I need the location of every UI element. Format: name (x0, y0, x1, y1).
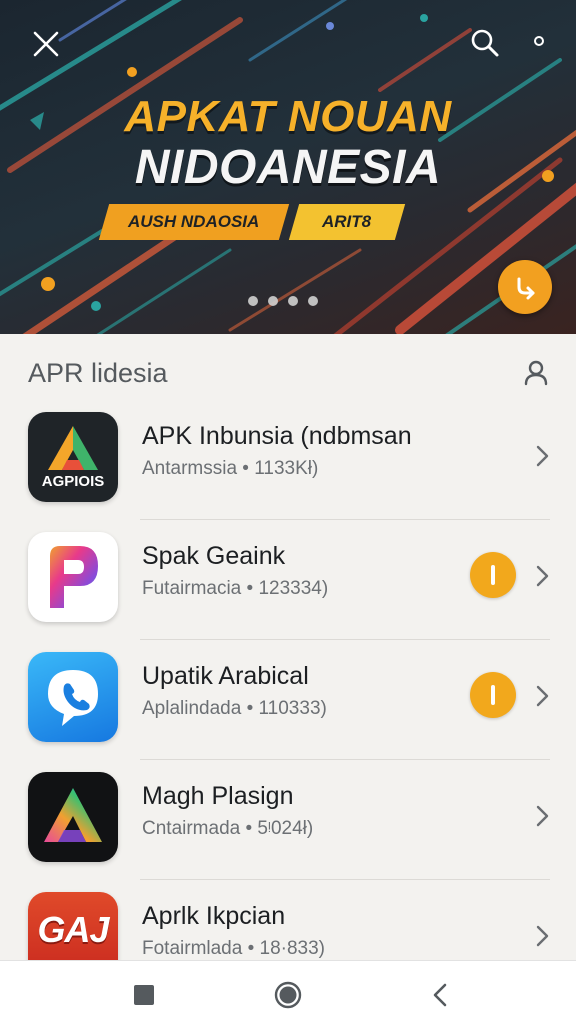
banner-action-button[interactable] (498, 260, 552, 314)
app-meta: Antarmssia • 1133Kł) (142, 458, 319, 479)
update-badge[interactable] (470, 672, 516, 718)
chevron-right-icon (536, 685, 549, 707)
carousel-dot[interactable] (248, 296, 258, 306)
banner-tag-primary-label: AUSH NDAOSIA (128, 212, 260, 231)
app-meta: Aplalindada • 110333) (142, 698, 327, 719)
list-item[interactable]: AGPIOIS APK Inbunsia (ndbmsan Antarmssia… (0, 400, 576, 520)
hero-banner[interactable]: APKAT NOUAN NIDOANESIA AUSH NDAOSIA ARIT… (0, 0, 576, 334)
banner-title-line1: APKAT NOUAN (124, 92, 452, 141)
carousel-dot[interactable] (268, 296, 278, 306)
banner-tag-secondary-label: ARIT8 (322, 212, 372, 231)
app-name: Aprlk Ikpcian (142, 902, 286, 930)
app-icon-magh-plasign (28, 772, 118, 862)
app-icon-label: GAJ (37, 909, 109, 950)
chevron-right-icon (536, 805, 549, 827)
banner-tag-primary[interactable]: AUSH NDAOSIA (98, 204, 290, 240)
list-item[interactable]: Magh Plasign Cntairmada • 5ᵎ024ł) (0, 760, 576, 880)
home-circle-icon (274, 981, 302, 1009)
app-icon-label: AGPIOIS (41, 473, 105, 490)
triangle-logo-icon (44, 788, 102, 842)
chevron-right-icon (536, 925, 549, 947)
chevron-right-icon (536, 565, 549, 587)
user-icon (524, 360, 548, 386)
back-chevron-icon (433, 983, 447, 1007)
alert-icon (491, 565, 495, 585)
recents-button[interactable] (124, 975, 164, 1015)
list-item[interactable]: Upatik Arabical Aplalindada • 110333) (0, 640, 576, 760)
list-item[interactable]: Spak Geaink Futairmacia • 123334) (0, 520, 576, 640)
home-button[interactable] (268, 975, 308, 1015)
more-icon (534, 36, 544, 46)
section-header: APR lidesia (0, 344, 576, 400)
carousel-dot[interactable] (308, 296, 318, 306)
close-button[interactable] (24, 22, 68, 66)
close-icon (33, 31, 59, 57)
more-button[interactable] (524, 26, 554, 56)
app-icon-apk-indonesia: AGPIOIS (28, 412, 118, 502)
carousel-dot[interactable] (288, 296, 298, 306)
app-meta: Fotairmlada • 18·833) (142, 938, 326, 959)
return-arrow-icon (517, 277, 535, 300)
search-button[interactable] (464, 22, 506, 64)
banner-tag-secondary[interactable]: ARIT8 (288, 204, 406, 240)
app-name: Magh Plasign (142, 782, 294, 810)
app-name: Upatik Arabical (142, 662, 309, 690)
profile-button[interactable] (516, 352, 556, 392)
search-icon (471, 29, 499, 57)
stop-square-icon (134, 985, 154, 1005)
app-meta: Cntairmada • 5ᵎ024ł) (142, 818, 314, 839)
app-icon-upatik-arabical (28, 652, 118, 742)
update-badge[interactable] (470, 552, 516, 598)
alert-icon (491, 685, 495, 705)
app-meta: Futairmacia • 123334) (142, 578, 329, 599)
p-logo-icon (50, 546, 98, 608)
back-button[interactable] (420, 975, 460, 1015)
system-navigation-bar (0, 960, 576, 1024)
carousel-indicator[interactable] (248, 296, 318, 306)
app-name: APK Inbunsia (ndbmsan (142, 422, 412, 450)
chat-bubble-icon (48, 670, 98, 726)
banner-title-line2: NIDOANESIA (134, 141, 442, 194)
app-icon-spak-geaink (28, 532, 118, 622)
app-name: Spak Geaink (142, 542, 286, 570)
section-title: APR lidesia (28, 358, 168, 388)
chevron-right-icon (536, 445, 549, 467)
